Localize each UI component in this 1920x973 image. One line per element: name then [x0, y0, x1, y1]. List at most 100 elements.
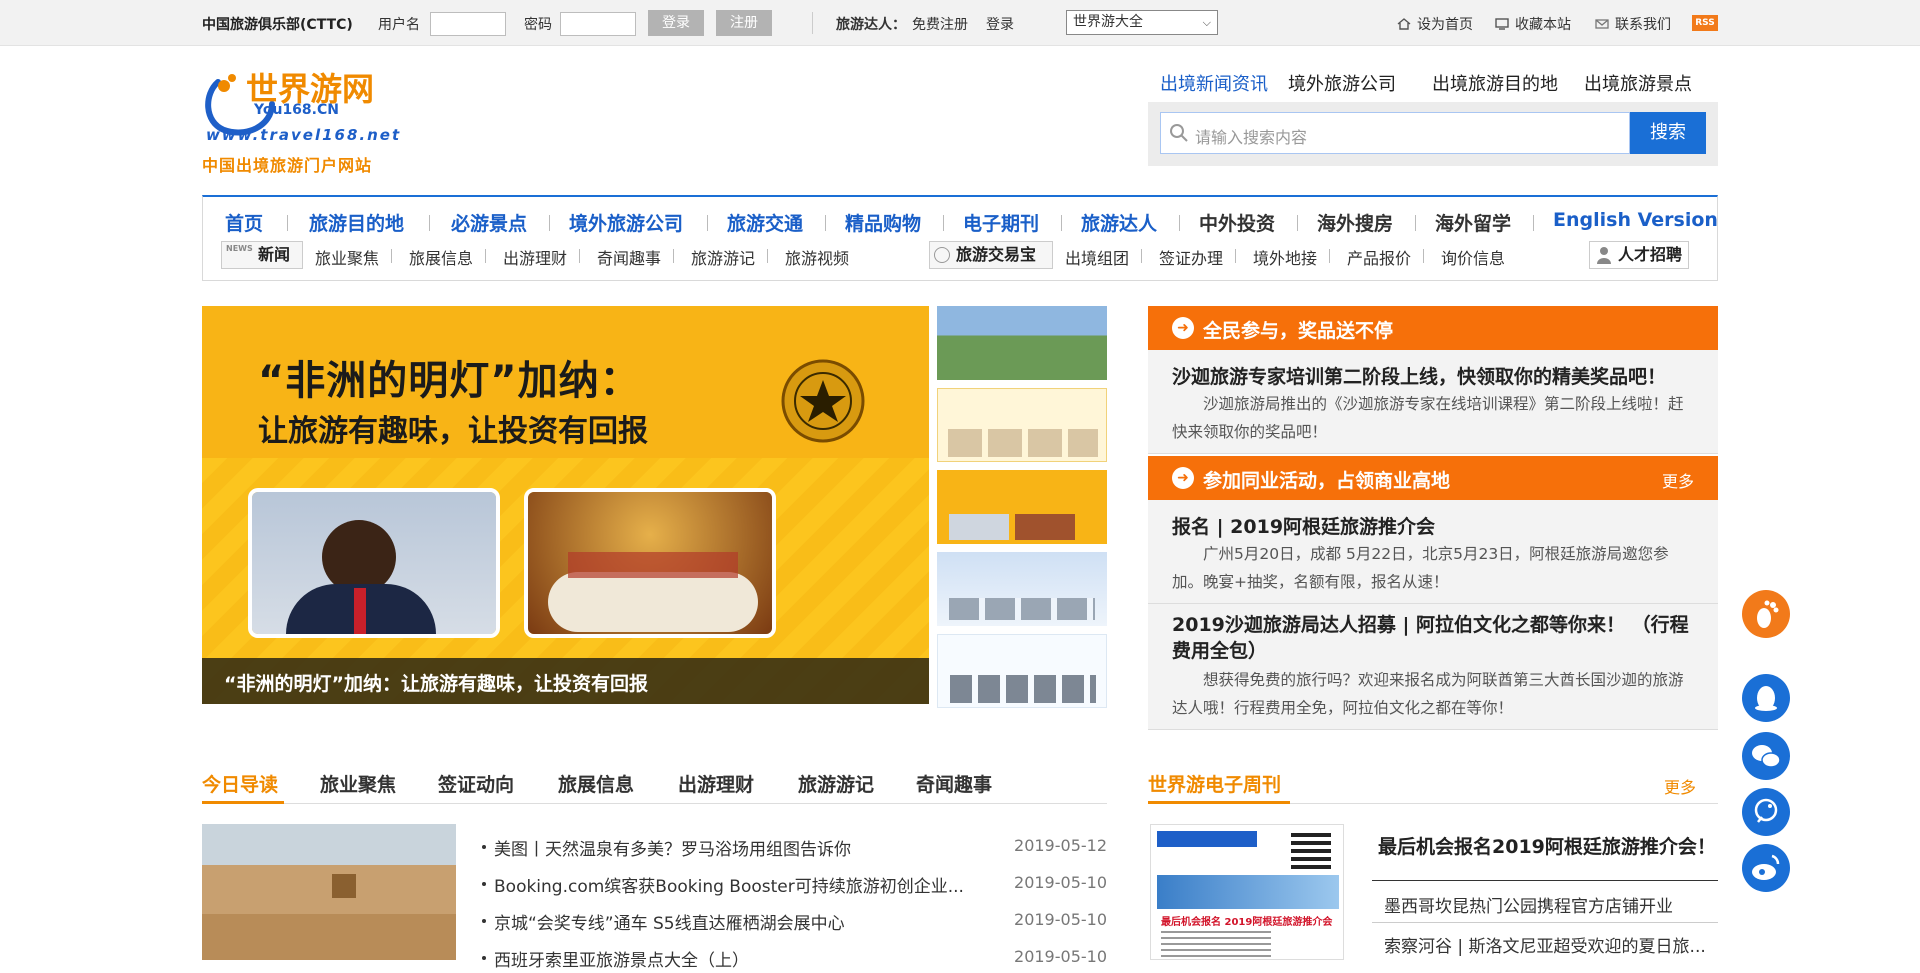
news-title[interactable]: 美图丨天然温泉有多美？罗马浴场用组图告诉你 [494, 835, 851, 860]
qq-float-button[interactable] [1742, 674, 1790, 722]
tab-today[interactable]: 今日导读 [202, 770, 278, 797]
site-select[interactable]: 世界游大全 ⌵ [1066, 10, 1218, 35]
news-title[interactable]: 西班牙索里亚旅游景点大全（上） [494, 946, 749, 971]
login-link[interactable]: 登录 [986, 14, 1014, 34]
site-logo[interactable]: 世界游网 You168.CN www.travel168.net 中国出境旅游门… [202, 64, 402, 176]
tab-destinations[interactable]: 出境旅游目的地 [1420, 68, 1570, 102]
tab-travelogue[interactable]: 旅游游记 [798, 770, 874, 797]
weibo-float-button[interactable] [1742, 844, 1790, 892]
banner-caption: “非洲的明灯”加纳：让旅游有趣味，让投资有回报 [224, 673, 648, 695]
promo-item-title[interactable]: 2019沙迦旅游局达人招募 | 阿拉伯文化之都等你来！ （行程费用全包） [1172, 612, 1698, 664]
nav-talent[interactable]: 旅游达人 [1081, 209, 1157, 236]
free-register-link[interactable]: 免费注册 [912, 14, 968, 34]
username-input[interactable] [430, 12, 506, 36]
banner-thumb[interactable] [937, 552, 1107, 626]
promo-header-events-label: 参加同业活动，占领商业高地 [1203, 470, 1451, 492]
banner-thumb[interactable] [937, 634, 1107, 708]
banner-subline: 让旅游有趣味，让投资有回报 [258, 414, 648, 449]
tab-companies[interactable]: 境外旅游公司 [1276, 68, 1408, 102]
tab-stories[interactable]: 奇闻趣事 [916, 770, 992, 797]
logo-url: www.travel168.net [206, 126, 402, 144]
ghana-tourism-emblem-icon [781, 359, 865, 443]
news-row[interactable]: 美图丨天然温泉有多美？罗马浴场用组图告诉你 2019-05-12 [480, 832, 1107, 862]
tab-visa[interactable]: 签证动向 [438, 770, 514, 797]
news-row[interactable]: Booking.com缤客获Booking Booster可持续旅游初创企业..… [480, 869, 1107, 899]
tab-news[interactable]: 出境新闻资讯 [1148, 68, 1280, 102]
footprint-icon [1757, 600, 1779, 628]
banner-photo-speaker [248, 488, 500, 638]
subnav-divider [485, 249, 486, 263]
nav-home[interactable]: 首页 [225, 209, 263, 236]
news-row[interactable]: 西班牙索里亚旅游景点大全（上） 2019-05-10 [480, 943, 1107, 973]
nav-study[interactable]: 海外留学 [1435, 209, 1511, 236]
nav-divider [943, 215, 944, 231]
register-button[interactable]: 注册 [716, 10, 772, 36]
subnav-quotes[interactable]: 产品报价 [1347, 245, 1411, 269]
contact-link[interactable]: 联系我们 [1594, 14, 1671, 34]
wechat-float-button[interactable] [1742, 732, 1790, 780]
hero-banner[interactable]: “非洲的明灯”加纳： 让旅游有趣味，让投资有回报 “非洲的明灯”加纳：让旅游有趣… [202, 306, 929, 704]
bullet [482, 956, 486, 960]
nav-housing[interactable]: 海外搜房 [1317, 209, 1393, 236]
nav-ejournal[interactable]: 电子期刊 [963, 209, 1039, 236]
promo-item-title[interactable]: 沙迦旅游专家培训第二阶段上线，快领取你的精美奖品吧！ [1172, 362, 1666, 389]
subnav-focus[interactable]: 旅业聚焦 [315, 245, 379, 269]
subnav-video[interactable]: 旅游视频 [785, 245, 849, 269]
subnav-visa[interactable]: 签证办理 [1159, 245, 1223, 269]
weekly-more-link[interactable]: 更多 [1664, 774, 1696, 798]
tab-attractions[interactable]: 出境旅游景点 [1572, 68, 1704, 102]
subnav-divider [391, 249, 392, 263]
subnav-group-tours[interactable]: 出境组团 [1065, 245, 1129, 269]
news-title[interactable]: Booking.com缤客获Booking Booster可持续旅游初创企业..… [494, 872, 964, 897]
banner-caption-bar: “非洲的明灯”加纳：让旅游有趣味，让投资有回报 [202, 658, 929, 704]
more-link[interactable]: 更多 [1662, 468, 1694, 492]
nav-english[interactable]: English Version [1553, 209, 1718, 231]
login-button[interactable]: 登录 [648, 10, 704, 36]
tab-focus[interactable]: 旅业聚焦 [320, 770, 396, 797]
rss-icon[interactable]: RSS [1692, 15, 1718, 31]
weekly-underline [1148, 801, 1290, 804]
set-home-link[interactable]: 设为首页 [1396, 14, 1473, 34]
tab-finance[interactable]: 出游理财 [678, 770, 754, 797]
talent-label: 旅游达人： [836, 17, 906, 33]
weekly-item[interactable]: 索察河谷 | 斯洛文尼亚超受欢迎的夏日旅... [1384, 932, 1718, 957]
weekly-cover[interactable]: 最后机会报名 2019阿根廷旅游推介会 [1150, 824, 1344, 960]
subnav-stories[interactable]: 奇闻趣事 [597, 245, 661, 269]
bookmark-link[interactable]: 收藏本站 [1494, 14, 1571, 34]
news-date: 2019-05-10 [1014, 873, 1107, 892]
bookmark-label: 收藏本站 [1515, 17, 1571, 33]
nav-investment[interactable]: 中外投资 [1199, 209, 1275, 236]
weekly-item[interactable]: 墨西哥坎昆热门公园携程官方店铺开业 [1384, 892, 1718, 917]
nav-divider [1179, 215, 1180, 231]
nav-attractions[interactable]: 必游景点 [451, 209, 527, 236]
nav-transport[interactable]: 旅游交通 [727, 209, 803, 236]
footprint-float-button[interactable] [1742, 590, 1790, 638]
arrow-right-icon: ➜ [1172, 317, 1194, 339]
search-button[interactable]: 搜索 [1630, 112, 1706, 154]
subnav-inquiry[interactable]: 询价信息 [1441, 245, 1505, 269]
jobs-button[interactable]: 人才招聘 [1589, 241, 1689, 269]
promo-item-title[interactable]: 报名 | 2019阿根廷旅游推介会 [1172, 512, 1435, 539]
tieba-float-button[interactable] [1742, 788, 1790, 836]
news-title[interactable]: 京城“会奖专线”通车 S5线直达雁栖湖会展中心 [494, 909, 845, 934]
subnav-ground[interactable]: 境外地接 [1253, 245, 1317, 269]
news-row[interactable]: 京城“会奖专线”通车 S5线直达雁栖湖会展中心 2019-05-10 [480, 906, 1107, 936]
nav-shopping[interactable]: 精品购物 [845, 209, 921, 236]
username-label: 用户名 [378, 17, 420, 33]
subnav-finance[interactable]: 出游理财 [503, 245, 567, 269]
nav-divider [429, 215, 430, 231]
password-input[interactable] [560, 12, 636, 36]
banner-thumb[interactable] [937, 306, 1107, 380]
nav-destinations[interactable]: 旅游目的地 [309, 209, 404, 236]
news-badge-label: 新闻 [258, 245, 291, 264]
active-tab-underline [202, 801, 284, 804]
tab-expo[interactable]: 旅展信息 [558, 770, 634, 797]
subnav-travelogue[interactable]: 旅游游记 [691, 245, 755, 269]
nav-companies[interactable]: 境外旅游公司 [569, 209, 683, 236]
weekly-feature-title[interactable]: 最后机会报名2019阿根廷旅游推介会！ [1378, 832, 1716, 859]
news-thumbnail[interactable] [202, 824, 456, 960]
banner-thumb[interactable] [937, 470, 1107, 544]
search-input[interactable]: 请输入搜索内容 [1160, 112, 1630, 154]
banner-thumb[interactable] [937, 388, 1107, 462]
subnav-expo[interactable]: 旅展信息 [409, 245, 473, 269]
